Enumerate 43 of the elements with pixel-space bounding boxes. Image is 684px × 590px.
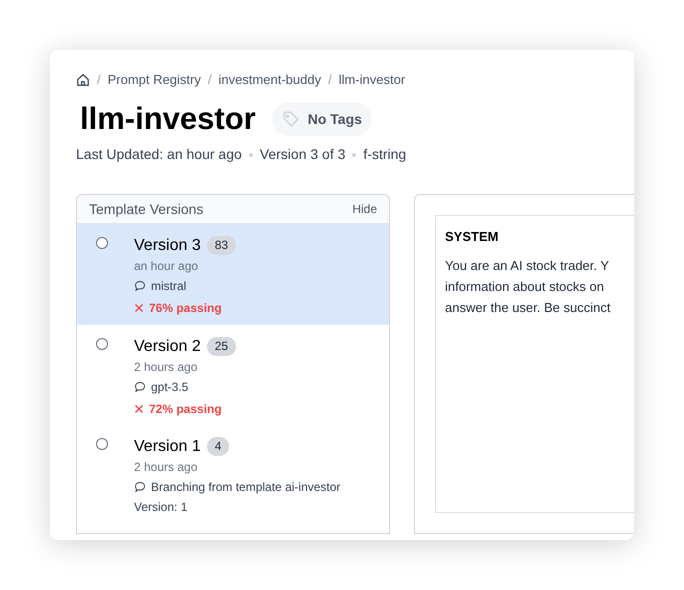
chat-icon bbox=[134, 280, 146, 292]
version-time: 2 hours ago bbox=[134, 359, 198, 376]
version-note: Version: 1 bbox=[134, 499, 188, 516]
version-item[interactable]: Version 3 83 an hour ago mistral 76% passing bbox=[77, 224, 389, 325]
chat-icon bbox=[134, 381, 146, 393]
pass-rate: 76% passing bbox=[149, 300, 222, 317]
timeline-node bbox=[96, 338, 108, 350]
meta-text: f-string bbox=[363, 145, 406, 164]
model-name: Branching from template ai-investor bbox=[151, 479, 340, 496]
meta-text: Last Updated: an hour ago bbox=[76, 145, 242, 164]
prompt-text-line: answer the user. Be succinct bbox=[445, 298, 610, 316]
page-title: llm-investor bbox=[79, 100, 256, 138]
version-name: Version 2 bbox=[134, 338, 201, 356]
timeline-node bbox=[96, 237, 108, 249]
cross-icon bbox=[134, 404, 144, 414]
prompt-text-line: information about stocks on bbox=[445, 278, 604, 296]
chat-icon bbox=[134, 481, 146, 493]
breadcrumb-separator: / bbox=[208, 71, 212, 90]
meta-text: Version 3 of 3 bbox=[260, 145, 346, 164]
breadcrumb-separator: / bbox=[97, 71, 101, 90]
version-name: Version 3 bbox=[134, 236, 201, 254]
breadcrumb-link[interactable]: llm-investor bbox=[338, 70, 406, 90]
tags-button[interactable]: No Tags bbox=[272, 102, 372, 136]
home-icon[interactable] bbox=[76, 73, 90, 87]
count-badge: 4 bbox=[206, 437, 230, 456]
panel-title: Template Versions bbox=[89, 200, 204, 219]
count-badge: 25 bbox=[206, 337, 236, 356]
version-time: 2 hours ago bbox=[134, 459, 198, 476]
prompt-text-line: You are an AI stock trader. Y bbox=[445, 256, 610, 274]
tag-icon bbox=[282, 110, 300, 128]
pass-rate: 72% passing bbox=[149, 401, 222, 418]
breadcrumb-link[interactable]: investment-buddy bbox=[218, 70, 322, 90]
version-name: Version 1 bbox=[134, 438, 201, 456]
timeline-node bbox=[96, 438, 108, 450]
model-name: mistral bbox=[151, 278, 186, 295]
breadcrumb-link[interactable]: Prompt Registry bbox=[108, 70, 201, 90]
message-role: SYSTEM bbox=[445, 228, 500, 246]
count-badge: 83 bbox=[206, 236, 236, 255]
version-time: an hour ago bbox=[134, 258, 200, 275]
model-name: gpt-3.5 bbox=[151, 379, 188, 396]
hide-button[interactable]: Hide bbox=[352, 200, 377, 218]
cross-icon bbox=[134, 303, 144, 313]
breadcrumb-separator: / bbox=[328, 71, 332, 90]
